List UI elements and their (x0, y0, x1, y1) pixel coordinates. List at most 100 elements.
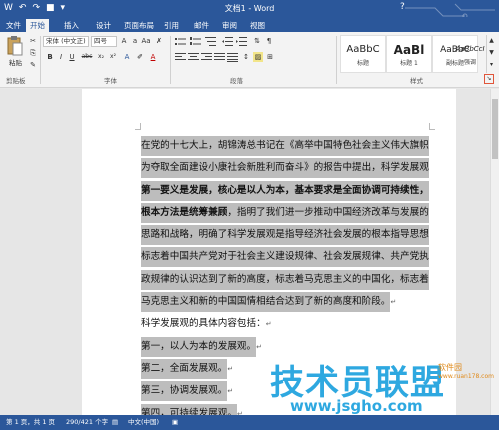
bullets-icon[interactable] (175, 37, 186, 46)
text-line: 政规律的认识达到了新的高度，标志着马克思主义的中国化，标志着 (141, 269, 429, 291)
font-group-label: 字体 (104, 77, 117, 85)
tab-home[interactable]: 开始 (26, 19, 49, 32)
copy-icon[interactable]: ⎘ (28, 48, 38, 58)
style-name: 强调 (463, 59, 476, 66)
font-color-button[interactable]: A (148, 52, 158, 62)
selected-text: 根本方法是统筹兼顾 (141, 202, 228, 223)
title-bar: W ↶ ↷ ■ ▾ 文档1 - Word ? (0, 0, 499, 27)
subscript-button[interactable]: x₂ (96, 52, 106, 62)
text-line: 第一要义是发展，核心是以人为本，基本要求是全面协调可持续性， (141, 180, 429, 202)
text-line: 根本方法是统筹兼顾，指明了我们进一步推动中国经济改革与发展的 (141, 202, 429, 224)
change-case-icon[interactable]: Aa (141, 36, 151, 46)
styles-group-label: 样式 (410, 77, 423, 85)
page-count[interactable]: 第 1 页，共 1 页 (6, 415, 55, 430)
unselected-text: 科学发展观的具体内容包括： (141, 318, 266, 330)
selected-text: 标志着中国共产党对于社会主义建设规律、社会发展规律、共产党执 (141, 247, 429, 268)
sort-icon[interactable]: ⇅ (252, 36, 262, 46)
chevron-down-icon[interactable]: ▼ (487, 47, 496, 59)
chevron-up-icon[interactable]: ▲ (487, 35, 496, 47)
status-bar: 第 1 页，共 1 页 290/421 个字 ▤ 中文(中国) ▣ (0, 415, 499, 430)
text-line: 思路和战略，明确了科学发展观是指导经济社会发展的根本指导思想， (141, 224, 429, 246)
font-name-select[interactable]: 宋体 (中文正) (43, 36, 89, 47)
watermark-subtitle: 软件园 (438, 363, 462, 372)
increase-indent-icon[interactable] (236, 37, 247, 46)
decrease-indent-icon[interactable] (222, 37, 233, 46)
watermark-subtitle-url: www.ruan178.com (438, 373, 495, 380)
paragraph-mark-icon: ↵ (265, 320, 272, 329)
paragraph-mark-icon: ↵ (256, 342, 262, 351)
align-right-icon[interactable] (201, 53, 212, 62)
superscript-button[interactable]: x² (108, 52, 118, 62)
style-title[interactable]: AaBbC 标题 (340, 35, 386, 73)
shrink-font-icon[interactable]: a (130, 36, 140, 46)
show-marks-icon[interactable]: ¶ (264, 36, 274, 46)
borders-icon[interactable]: ⊞ (265, 52, 275, 62)
bold-button[interactable]: B (45, 52, 55, 62)
paste-button[interactable]: 粘贴 (9, 57, 22, 67)
tab-page-layout[interactable]: 页面布局 (120, 19, 158, 32)
more-styles-icon[interactable]: ▾ (487, 59, 496, 71)
selected-text: ，指明了我们进一步推动中国经济改革与发展的 (227, 202, 429, 223)
underline-button[interactable]: U (67, 52, 77, 62)
selected-text: 第一要义是发展，核心是以人为本，基本要求是全面协调可持续性， (141, 180, 429, 201)
shading-icon[interactable]: ▨ (253, 52, 263, 62)
styles-dialog-launcher-icon[interactable]: ↘ (484, 74, 494, 84)
tab-mailings[interactable]: 邮件 (190, 19, 213, 32)
styles-gallery-scroll[interactable]: ▲ ▼ ▾ (486, 35, 496, 73)
cut-icon[interactable]: ✂ (28, 36, 38, 46)
tab-design[interactable]: 设计 (92, 19, 115, 32)
proofing-icon[interactable]: ▤ (112, 415, 118, 430)
italic-button[interactable]: I (56, 52, 66, 62)
numbering-icon[interactable] (190, 37, 201, 46)
text-line: 为夺取全面建设小康社会新胜利而奋斗》的报告中提出，科学发展观 (141, 157, 429, 179)
language-indicator[interactable]: 中文(中国) (128, 415, 159, 430)
tab-insert[interactable]: 插入 (60, 19, 83, 32)
selected-text: 马克思主义和新的中国国情相结合达到了新的高度和阶段。 (141, 292, 391, 313)
selected-text: 在党的十七大上，胡锦涛总书记在《高举中国特色社会主义伟大旗帜 (141, 136, 429, 156)
tab-file[interactable]: 文件 (2, 19, 25, 32)
style-emphasis[interactable]: AaBbCcI 强调 (454, 35, 486, 73)
style-heading-1[interactable]: AaBl 标题 1 (386, 35, 432, 73)
font-size-select[interactable]: 四号 (91, 36, 117, 47)
group-divider (40, 36, 41, 84)
line-spacing-icon[interactable]: ↕ (241, 52, 251, 62)
style-sample: AaBbC (346, 44, 380, 55)
style-sample: AaBl (393, 43, 425, 57)
group-divider (336, 36, 337, 84)
group-divider (170, 36, 171, 84)
macro-icon[interactable]: ▣ (172, 415, 178, 430)
tab-references[interactable]: 引用 (160, 19, 183, 32)
watermark-url: www.jsgho.com (290, 397, 423, 415)
watermark-logo: 技术员联盟 软件园 www.ruan178.com www.jsgho.com (270, 355, 495, 415)
selected-text: 第四，可持续发展观。 (141, 403, 237, 415)
text-line: 在党的十七大上，胡锦涛总书记在《高举中国特色社会主义伟大旗帜 (141, 135, 429, 157)
ribbon-tab-bar: 文件 开始 插入 设计 页面布局 引用 邮件 审阅 视图 (0, 17, 499, 32)
margin-mark (140, 123, 141, 129)
clear-format-icon[interactable]: ✗ (154, 36, 164, 46)
grow-font-icon[interactable]: A (119, 36, 129, 46)
text-effects-icon[interactable]: A (122, 52, 132, 62)
highlight-icon[interactable]: ✐ (135, 52, 145, 62)
tab-view[interactable]: 视图 (246, 19, 269, 32)
distributed-icon[interactable] (227, 53, 238, 62)
align-left-icon[interactable] (175, 53, 186, 62)
paste-icon[interactable] (6, 35, 24, 57)
text-line: 马克思主义和新的中国国情相结合达到了新的高度和阶段。↵ (141, 291, 429, 313)
text-line: 科学发展观的具体内容包括：↵ (141, 313, 429, 335)
selected-text: 为夺取全面建设小康社会新胜利而奋斗》的报告中提出，科学发展观 (141, 158, 429, 179)
align-center-icon[interactable] (188, 53, 199, 62)
scrollbar-thumb[interactable] (492, 99, 498, 159)
justify-icon[interactable] (214, 53, 225, 62)
style-name: 标题 1 (400, 60, 418, 67)
word-count[interactable]: 290/421 个字 (66, 415, 108, 430)
strikethrough-button[interactable]: abc (80, 52, 94, 62)
tab-review[interactable]: 审阅 (218, 19, 241, 32)
clipboard-group-label: 剪贴板 (6, 77, 26, 85)
selected-text: 第三，协调发展观。 (141, 381, 228, 402)
selected-text: 第二，全面发展观。 (141, 358, 228, 379)
format-painter-icon[interactable]: ✎ (28, 60, 38, 70)
selected-text: 思路和战略，明确了科学发展观是指导经济社会发展的根本指导思想， (141, 225, 429, 246)
paragraph-mark-icon: ↵ (390, 298, 397, 307)
multilevel-list-icon[interactable] (205, 37, 216, 46)
style-name: 标题 (356, 60, 369, 67)
